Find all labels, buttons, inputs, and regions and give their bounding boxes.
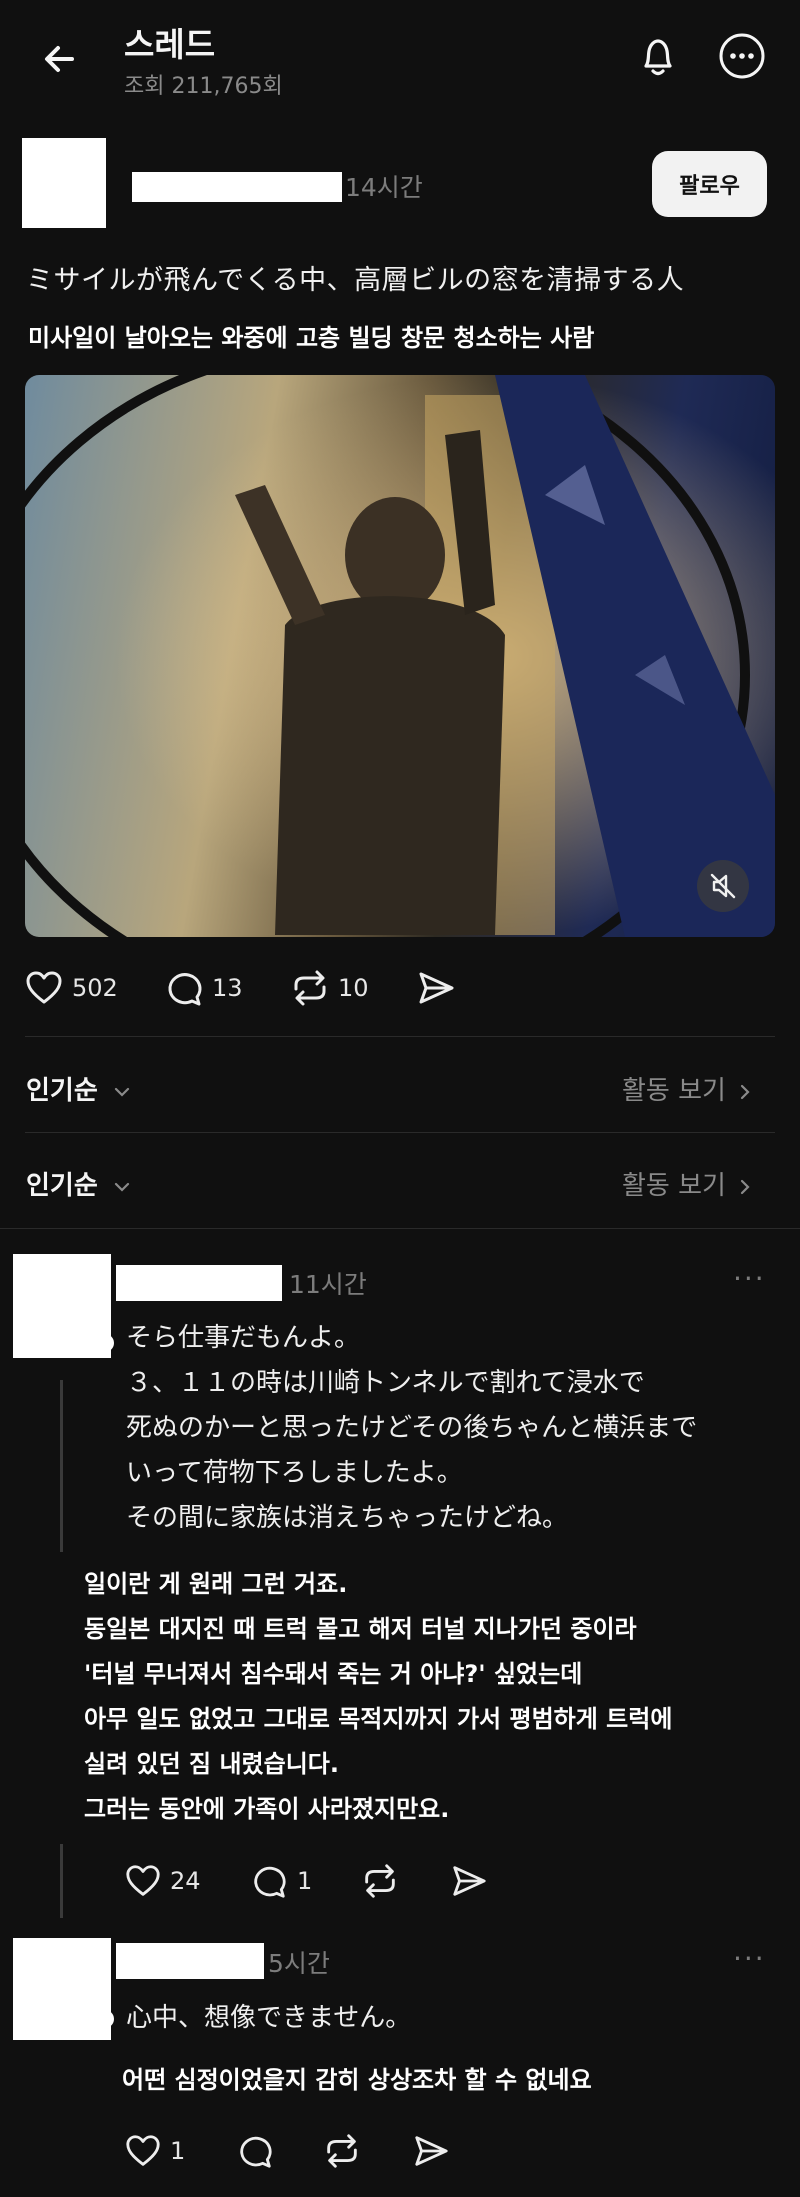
post-text-japanese: ミサイルが飛んでくる中、高層ビルの窓を清掃する人 [26, 265, 685, 296]
author-avatar[interactable] [22, 138, 106, 228]
reply-comment-button[interactable] [250, 1862, 288, 1900]
more-circle-icon [719, 33, 765, 79]
divider [25, 1132, 775, 1133]
reply-like-count: 1 [170, 2137, 186, 2165]
reply-ko-line: 그러는 동안에 가족이 사라졌지만요. [84, 1795, 450, 1823]
repost-count: 10 [338, 974, 369, 1002]
view-count: 조회 211,765회 [124, 74, 283, 99]
send-icon [419, 972, 454, 1004]
author-name-redacted[interactable] [132, 172, 342, 202]
post-text-korean: 미사일이 날아오는 와중에 고층 빌딩 창문 청소하는 사람 [28, 324, 595, 352]
post-video[interactable] [25, 375, 775, 937]
reply-like-count: 24 [170, 1867, 201, 1895]
comment-icon [240, 2136, 272, 2168]
reply-avatar[interactable] [13, 1938, 111, 2040]
activity-label: 활동 보기 [622, 1076, 726, 1106]
reply-comment-button[interactable] [236, 2132, 274, 2170]
repost-icon [294, 970, 326, 1006]
divider [0, 1228, 800, 1229]
share-button[interactable] [416, 968, 456, 1008]
reply-text-japanese: そら仕事だもんよ。 ３、１１の時は川崎トンネルで割れて浸水で 死ぬのかーと思った… [126, 1316, 697, 1541]
send-icon [415, 2136, 448, 2166]
reply-time: 11시간 [289, 1270, 367, 1299]
reply-text-korean: 일이란 게 원래 그런 거죠. 동일본 대지진 때 트럭 몰고 해저 터널 지나… [84, 1562, 672, 1832]
follow-button[interactable]: 팔로우 [652, 151, 767, 217]
reply-jp-line: そら仕事だもんよ。 [126, 1323, 361, 1353]
reply-author-redacted[interactable] [116, 1943, 264, 1979]
reply-time: 5시간 [268, 1949, 330, 1978]
back-button[interactable] [38, 34, 88, 84]
chevron-right-icon [741, 1179, 750, 1194]
activity-label: 활동 보기 [622, 1171, 726, 1201]
reply-jp-line: ３、１１の時は川崎トンネルで割れて浸水で [126, 1368, 645, 1398]
chevron-down-icon [114, 1087, 129, 1097]
video-frame [25, 375, 775, 937]
reply-comment-count: 1 [297, 1867, 313, 1895]
heart-icon [26, 971, 62, 1004]
mute-toggle[interactable] [697, 860, 749, 912]
like-button[interactable] [24, 968, 64, 1008]
view-activity-link[interactable]: 활동 보기 [622, 1070, 754, 1107]
reply-ko-line: 동일본 대지진 때 트럭 몰고 해저 터널 지나가던 중이라 [84, 1615, 637, 1643]
reply-repost-button[interactable] [360, 1861, 400, 1901]
reply-jp-line: その間に家族は消えちゃったけどね。 [126, 1503, 569, 1533]
reply-jp-line: いって荷物下ろしましたよ。 [126, 1458, 463, 1488]
reply-repost-button[interactable] [322, 2131, 362, 2171]
send-icon [453, 1866, 486, 1896]
reply-like-button[interactable] [124, 2132, 162, 2170]
repost-icon [365, 1864, 395, 1898]
heart-icon [126, 2135, 160, 2166]
comment-count: 13 [212, 974, 243, 1002]
reply-more-button[interactable]: ··· [733, 1942, 766, 1975]
bell-icon [644, 39, 672, 76]
page-title: 스레드 [124, 25, 216, 64]
more-options-button[interactable] [716, 30, 768, 82]
post-time: 14시간 [345, 173, 423, 202]
reply-share-button[interactable] [412, 2132, 450, 2170]
avatar-badge [96, 2010, 114, 2028]
reply-ko-line: 실려 있던 짐 내렸습니다. [84, 1750, 339, 1778]
avatar-badge [96, 1334, 114, 1352]
reply-like-button[interactable] [124, 1862, 162, 1900]
reply-text-korean: 어떤 심정이었을지 감히 상상조차 할 수 없네요 [122, 2066, 592, 2094]
divider [25, 1036, 775, 1037]
reply-ko-line: 아무 일도 없었고 그대로 목적지까지 가서 평범하게 트럭에 [84, 1705, 673, 1733]
reply-jp-line: 死ぬのかーと思ったけどその後ちゃんと横浜まで [126, 1413, 698, 1443]
arrow-left-icon [45, 46, 74, 72]
thread-line [60, 1844, 63, 1918]
repost-icon [327, 2134, 357, 2168]
comment-icon [254, 1866, 286, 1898]
thread-line [60, 1380, 63, 1552]
reply-text-japanese: 心中、想像できません。 [126, 2003, 412, 2033]
comment-button[interactable] [164, 968, 204, 1008]
view-activity-link[interactable]: 활동 보기 [622, 1165, 754, 1202]
notifications-button[interactable] [632, 30, 684, 82]
reply-ko-line: '터널 무너져서 침수돼서 죽는 거 아냐?' 싶었는데 [84, 1660, 583, 1688]
muted-speaker-icon [710, 873, 736, 899]
comment-icon [168, 973, 202, 1006]
reply-share-button[interactable] [450, 1862, 488, 1900]
chevron-down-icon [114, 1182, 129, 1192]
sort-dropdown[interactable]: 인기순 [26, 1165, 133, 1202]
reply-author-redacted[interactable] [116, 1265, 282, 1301]
sort-dropdown[interactable]: 인기순 [26, 1070, 133, 1107]
sort-label: 인기순 [26, 1076, 98, 1106]
like-count: 502 [72, 974, 118, 1002]
reply-ko-line: 일이란 게 원래 그런 거죠. [84, 1570, 348, 1598]
sort-label: 인기순 [26, 1171, 98, 1201]
reply-more-button[interactable]: ··· [733, 1262, 766, 1295]
repost-button[interactable] [289, 967, 331, 1009]
chevron-right-icon [741, 1084, 750, 1099]
heart-icon [126, 1865, 160, 1896]
